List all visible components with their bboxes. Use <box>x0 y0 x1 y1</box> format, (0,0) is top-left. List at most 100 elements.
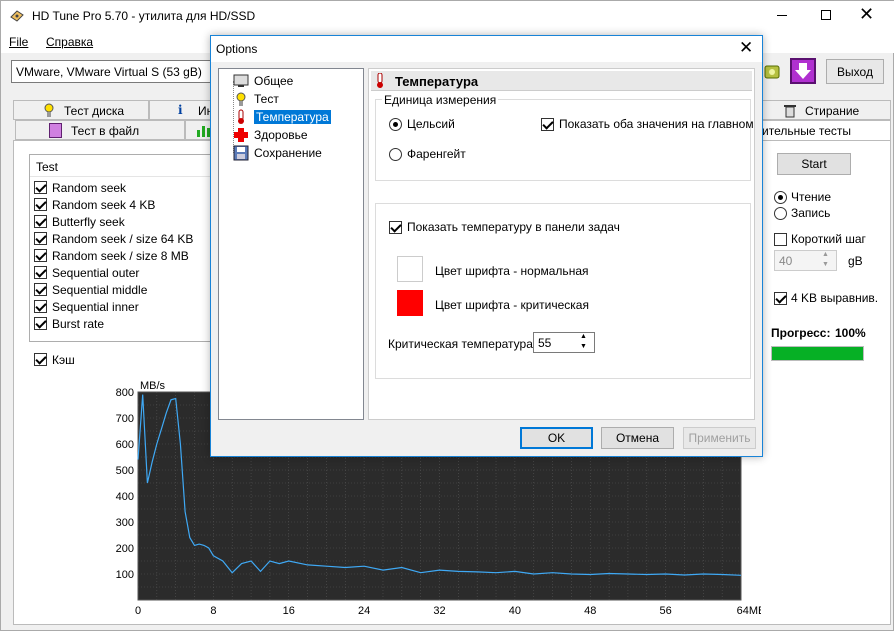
maximize-icon[interactable] <box>821 10 831 20</box>
test-row[interactable]: Random seek / size 8 MB <box>34 247 189 264</box>
tab-file-test-label: Тест в файл <box>71 124 140 138</box>
cache-label: Кэш <box>52 352 75 367</box>
tree-item-label: Здоровье <box>254 128 308 142</box>
write-label: Запись <box>791 206 831 220</box>
radio[interactable] <box>774 206 787 220</box>
save-screenshot-icon[interactable] <box>761 61 783 83</box>
tab-file-test[interactable]: Тест в файл <box>15 120 185 140</box>
window-title: HD Tune Pro 5.70 - утилита для HD/SSD <box>32 9 256 23</box>
apply-button[interactable]: Применить <box>683 427 756 449</box>
tab-extra-tests[interactable]: ительные тесты <box>761 120 891 140</box>
test-row[interactable]: Random seek / size 64 KB <box>34 230 193 247</box>
progress-bar <box>771 346 864 361</box>
checkbox[interactable] <box>34 353 47 366</box>
checkbox[interactable] <box>774 291 787 305</box>
read-radio[interactable]: Чтение <box>774 190 831 204</box>
critical-temp-spinner[interactable]: 55 ▲ ▼ <box>533 332 595 353</box>
tree-item-health[interactable]: Здоровье <box>233 126 308 144</box>
units-group-label: Единица измерения <box>382 93 499 107</box>
test-row-label: Burst rate <box>52 316 105 331</box>
thermometer-icon <box>375 72 385 92</box>
x-tick-label: 0 <box>135 605 141 617</box>
spin-down-icon[interactable]: ▼ <box>822 261 829 268</box>
info-icon: i <box>178 103 183 117</box>
app-icon <box>10 10 24 22</box>
x-tick-label: 16 <box>283 605 295 617</box>
cancel-button[interactable]: Отмена <box>601 427 674 449</box>
tree-item-temperature[interactable]: Температура <box>233 108 331 126</box>
show-taskbar-label: Показать температуру в панели задач <box>407 220 620 234</box>
menu-file[interactable]: File <box>9 35 28 49</box>
tab-info[interactable]: i Ин <box>149 100 213 120</box>
tab-disk-test[interactable]: Тест диска <box>13 100 149 120</box>
test-row[interactable]: Random seek <box>34 179 126 196</box>
checkbox[interactable] <box>389 220 402 234</box>
short-step-checkbox[interactable]: Короткий шаг <box>774 232 866 246</box>
dialog-close-icon[interactable]: ✕ <box>739 38 753 58</box>
test-row[interactable]: Sequential inner <box>34 298 139 315</box>
celsius-radio[interactable]: Цельсий <box>389 117 455 131</box>
thermometer-icon <box>233 109 249 125</box>
radio[interactable] <box>389 147 402 161</box>
checkbox[interactable] <box>34 283 47 296</box>
spin-up-icon[interactable]: ▲ <box>822 251 829 258</box>
tab-disk-test-label: Тест диска <box>64 104 125 118</box>
options-dialog: Options ✕ Общее Тест Температура Здоровь… <box>210 35 763 457</box>
bulb-icon <box>233 91 249 107</box>
checkbox[interactable] <box>774 232 787 246</box>
checkbox[interactable] <box>34 317 47 330</box>
checkbox[interactable] <box>34 198 47 211</box>
test-row-label: Random seek / size 8 MB <box>52 248 189 263</box>
test-row[interactable]: Sequential middle <box>34 281 147 298</box>
tab-erase[interactable]: Стирание <box>761 100 891 120</box>
menu-help[interactable]: Справка <box>46 35 93 49</box>
celsius-label: Цельсий <box>407 117 455 131</box>
trash-icon <box>784 104 796 121</box>
checkbox[interactable] <box>34 249 47 262</box>
test-row[interactable]: Butterfly seek <box>34 213 125 230</box>
spin-down-icon[interactable]: ▼ <box>580 343 587 350</box>
tree-item-label: Температура <box>254 110 331 124</box>
tree-item-label: Общее <box>254 74 294 88</box>
show-taskbar-checkbox[interactable]: Показать температуру в панели задач <box>389 220 620 234</box>
test-row[interactable]: Burst rate <box>34 315 104 332</box>
cache-checkbox[interactable]: Кэш <box>34 351 75 368</box>
font-critical-label: Цвет шрифта - критическая <box>435 298 589 312</box>
minimize-icon[interactable] <box>777 15 787 16</box>
close-icon[interactable]: ✕ <box>859 5 874 23</box>
test-row[interactable]: Sequential outer <box>34 264 139 281</box>
test-list-header: Test <box>30 155 213 177</box>
write-radio[interactable]: Запись <box>774 206 830 220</box>
ok-button[interactable]: OK <box>520 427 593 449</box>
tree-item-save[interactable]: Сохранение <box>233 144 322 162</box>
checkbox[interactable] <box>34 215 47 228</box>
checkbox[interactable] <box>34 300 47 313</box>
critical-temp-value: 55 <box>538 336 552 350</box>
y-tick-label: 800 <box>116 387 134 399</box>
spin-up-icon[interactable]: ▲ <box>580 333 587 340</box>
normal-color-swatch[interactable] <box>397 256 423 282</box>
critical-color-swatch[interactable] <box>397 290 423 316</box>
radio[interactable] <box>389 117 402 131</box>
checkbox[interactable] <box>34 266 47 279</box>
fahrenheit-label: Фаренгейт <box>407 147 466 161</box>
checkbox[interactable] <box>34 181 47 194</box>
checkbox[interactable] <box>541 117 554 131</box>
tree-item-test[interactable]: Тест <box>233 90 279 108</box>
drive-select[interactable]: VMware, VMware Virtual S (53 gB) <box>11 60 221 83</box>
show-both-checkbox[interactable]: Показать оба значения на главном <box>541 117 754 131</box>
progress-fill <box>772 347 863 360</box>
exit-button[interactable]: Выход <box>826 59 884 84</box>
test-row-label: Butterfly seek <box>52 214 125 229</box>
checkbox[interactable] <box>34 232 47 245</box>
fahrenheit-radio[interactable]: Фаренгейт <box>389 147 466 161</box>
test-row[interactable]: Random seek 4 KB <box>34 196 155 213</box>
align-checkbox[interactable]: 4 KB выравнив. <box>774 291 878 305</box>
download-icon[interactable] <box>790 58 816 84</box>
section-title: Температура <box>395 74 479 89</box>
step-spinner[interactable]: 40 ▲ ▼ <box>774 250 837 271</box>
radio[interactable] <box>774 190 787 204</box>
start-button[interactable]: Start <box>777 153 851 175</box>
x-tick-label: 56 <box>660 605 672 617</box>
tree-item-general[interactable]: Общее <box>233 72 293 90</box>
